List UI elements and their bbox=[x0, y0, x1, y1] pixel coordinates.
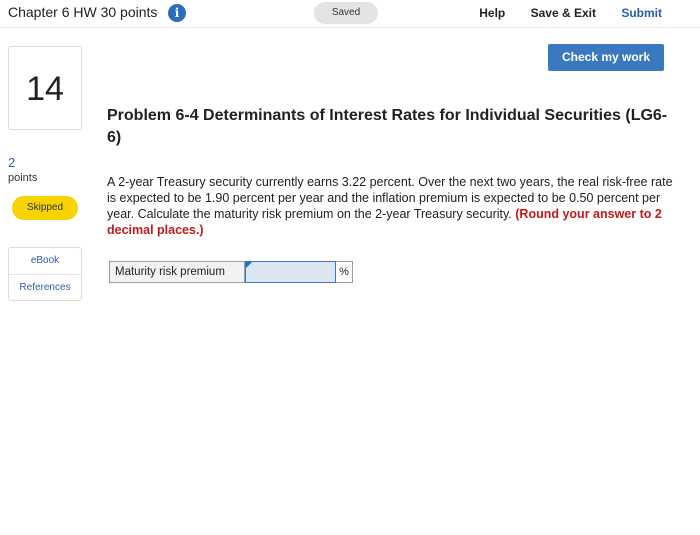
resources-panel: eBook References bbox=[8, 247, 82, 301]
answer-label: Maturity risk premium bbox=[109, 261, 245, 283]
problem-text: A 2-year Treasury security currently ear… bbox=[107, 174, 682, 238]
check-my-work-button[interactable]: Check my work bbox=[548, 44, 664, 71]
ebook-link[interactable]: eBook bbox=[9, 248, 81, 274]
skipped-badge: Skipped bbox=[12, 196, 78, 220]
question-number: 14 bbox=[8, 46, 82, 130]
top-bar: Chapter 6 HW 30 points i Saved Help Save… bbox=[0, 0, 700, 28]
help-link[interactable]: Help bbox=[479, 6, 505, 20]
references-link[interactable]: References bbox=[9, 275, 81, 301]
points-value: 2 bbox=[8, 155, 16, 170]
top-links: Help Save & Exit Submit bbox=[457, 6, 662, 20]
saved-status-badge: Saved bbox=[314, 2, 378, 24]
answer-row: Maturity risk premium % bbox=[109, 261, 353, 283]
input-flag-icon bbox=[246, 262, 252, 268]
save-exit-link[interactable]: Save & Exit bbox=[531, 6, 596, 20]
info-icon[interactable]: i bbox=[168, 4, 186, 22]
assignment-title: Chapter 6 HW 30 points bbox=[8, 4, 158, 20]
percent-unit: % bbox=[336, 261, 353, 283]
maturity-risk-premium-input[interactable] bbox=[245, 261, 336, 283]
points-label: points bbox=[8, 172, 38, 184]
problem-title: Problem 6-4 Determinants of Interest Rat… bbox=[107, 107, 668, 146]
submit-link[interactable]: Submit bbox=[621, 6, 662, 20]
